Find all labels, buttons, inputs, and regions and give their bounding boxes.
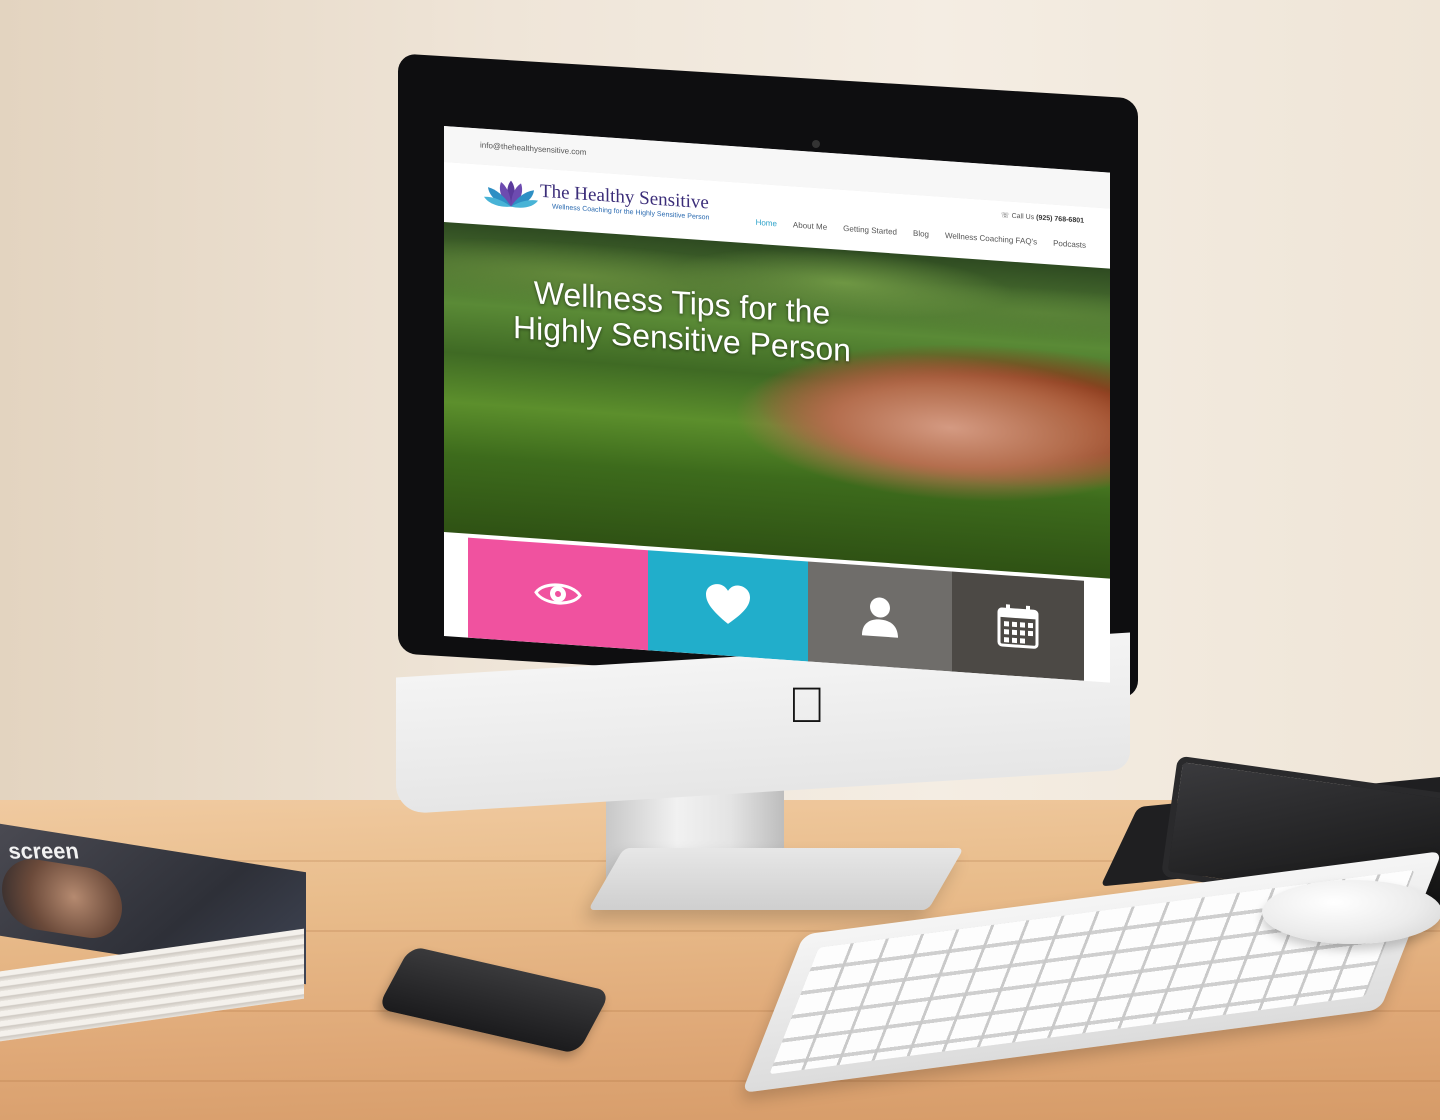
call-us: ☏ Call Us (925) 768-6801: [1001, 211, 1084, 225]
call-label: Call Us: [1011, 212, 1035, 222]
user-icon: [862, 597, 898, 638]
apple-logo-icon: : [788, 680, 826, 730]
nav-blog[interactable]: Blog: [913, 229, 929, 239]
website-screen: info@thehealthysensitive.com The Healthy…: [444, 126, 1110, 683]
camera-icon: [812, 140, 820, 148]
imac-stand-base: [588, 848, 964, 910]
tile-heart[interactable]: [648, 550, 808, 662]
tile-eye[interactable]: [468, 537, 648, 651]
email-link[interactable]: info@thehealthysensitive.com: [480, 141, 586, 157]
magazine-photo: [2, 854, 122, 944]
main-nav: Home About Me Getting Started Blog Welln…: [756, 218, 1086, 250]
eye-icon: [534, 583, 582, 605]
calendar-icon: [997, 604, 1039, 649]
nav-home[interactable]: Home: [756, 218, 777, 228]
nav-faq[interactable]: Wellness Coaching FAQ's: [945, 231, 1037, 246]
nav-getting-started[interactable]: Getting Started: [843, 224, 897, 237]
mouse: [1262, 880, 1440, 944]
nav-podcasts[interactable]: Podcasts: [1053, 239, 1086, 250]
magazine-title: screen: [6, 838, 81, 864]
phone-number[interactable]: (925) 768-6801: [1036, 214, 1084, 224]
phone-icon: ☏: [1000, 211, 1010, 220]
tile-calendar[interactable]: [952, 571, 1084, 681]
nav-about[interactable]: About Me: [793, 220, 827, 231]
hero-banner: Wellness Tips for the Highly Sensitive P…: [444, 222, 1110, 579]
heart-icon: [706, 584, 750, 624]
lotus-logo-icon[interactable]: [484, 177, 538, 211]
tile-user[interactable]: [808, 561, 952, 672]
